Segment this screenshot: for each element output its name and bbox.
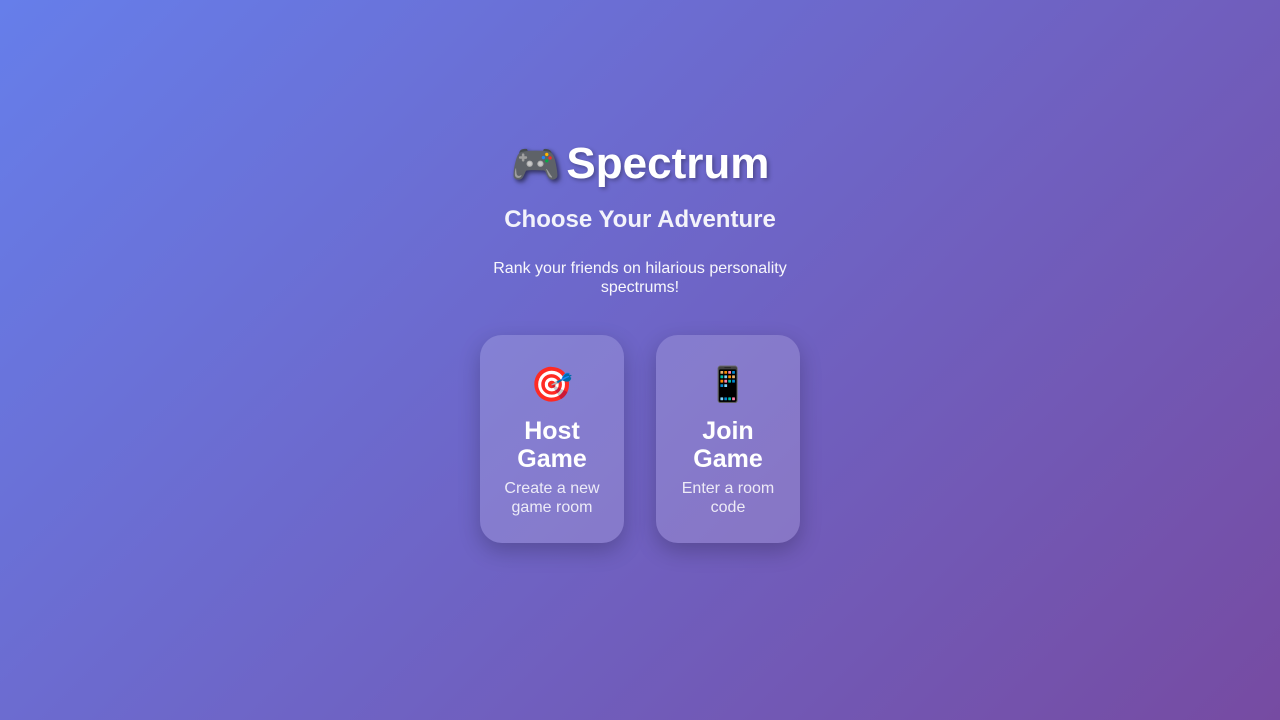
app-title-text: Spectrum xyxy=(566,139,770,188)
dart-target-icon: 🎯 xyxy=(530,366,574,404)
page-subtitle: Choose Your Adventure xyxy=(504,206,776,233)
join-game-button[interactable]: 📱 Join Game Enter a room code xyxy=(656,335,800,543)
host-game-button[interactable]: 🎯 Host Game Create a new game room xyxy=(480,335,624,543)
join-game-description: Enter a room code xyxy=(681,480,775,516)
game-options: 🎯 Host Game Create a new game room 📱 Joi… xyxy=(480,335,800,543)
app-title: 🎮 Spectrum xyxy=(480,138,800,191)
home-screen: 🎮 Spectrum Choose Your Adventure Rank you… xyxy=(480,138,800,543)
mobile-phone-icon: 📱 xyxy=(706,366,750,404)
host-game-description: Create a new game room xyxy=(504,480,600,516)
join-game-title: Join Game xyxy=(693,417,763,473)
host-game-title: Host Game xyxy=(517,417,587,473)
game-controller-icon: 🎮 xyxy=(510,143,561,187)
app-description: Rank your friends on hilarious personali… xyxy=(493,260,787,296)
